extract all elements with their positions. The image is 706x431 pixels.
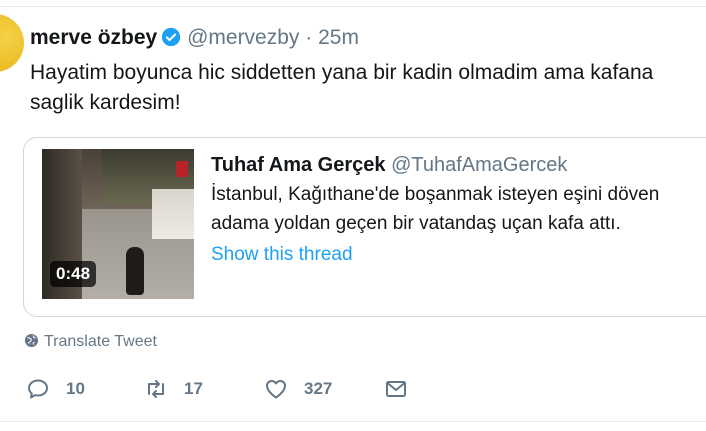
retweet-button[interactable]: 17 bbox=[144, 374, 203, 404]
reply-icon bbox=[28, 379, 48, 399]
verified-badge-icon bbox=[161, 27, 181, 47]
envelope-icon bbox=[386, 381, 406, 397]
quoted-tweet-text: İstanbul, Kağıthane'de boşanmak isteyen … bbox=[211, 184, 660, 234]
quoted-author-name[interactable]: Tuhaf Ama Gerçek bbox=[211, 154, 386, 176]
like-button[interactable]: 327 bbox=[264, 374, 332, 404]
reply-button[interactable]: 10 bbox=[26, 374, 85, 404]
bottom-divider bbox=[0, 421, 706, 422]
separator-dot: · bbox=[305, 26, 313, 49]
heart-icon bbox=[266, 380, 286, 399]
tweet-timestamp[interactable]: 25m bbox=[318, 26, 359, 49]
video-scene-person bbox=[126, 247, 144, 295]
translate-tweet-button[interactable]: Translate Tweet bbox=[24, 333, 157, 351]
quoted-author-handle[interactable]: @TuhafAmaGercek bbox=[391, 154, 567, 176]
tweet-header: merve özbey @mervezby · 25m bbox=[30, 26, 359, 50]
video-scene-sign bbox=[176, 161, 188, 177]
author-name[interactable]: merve özbey bbox=[30, 26, 157, 49]
globe-icon bbox=[24, 333, 39, 348]
quoted-tweet-header: Tuhaf Ama Gerçek @TuhafAmaGercek bbox=[211, 154, 567, 177]
video-scene-railing bbox=[152, 189, 194, 239]
show-thread-link[interactable]: Show this thread bbox=[211, 244, 353, 266]
retweet-icon bbox=[148, 380, 164, 398]
top-divider bbox=[0, 6, 706, 7]
quoted-tweet-card[interactable]: 0:48 Tuhaf Ama Gerçek @TuhafAmaGercek İs… bbox=[23, 137, 706, 317]
reply-count: 10 bbox=[66, 379, 85, 398]
avatar[interactable] bbox=[0, 14, 24, 72]
translate-label: Translate Tweet bbox=[44, 333, 157, 350]
tweet-text: Hayatim boyunca hic siddetten yana bir k… bbox=[30, 61, 654, 114]
direct-message-button[interactable] bbox=[384, 374, 408, 404]
video-duration-badge: 0:48 bbox=[50, 261, 97, 287]
like-count: 327 bbox=[304, 379, 333, 398]
video-thumbnail[interactable]: 0:48 bbox=[42, 149, 194, 299]
retweet-count: 17 bbox=[184, 379, 203, 398]
author-handle[interactable]: @mervezby bbox=[187, 26, 299, 49]
